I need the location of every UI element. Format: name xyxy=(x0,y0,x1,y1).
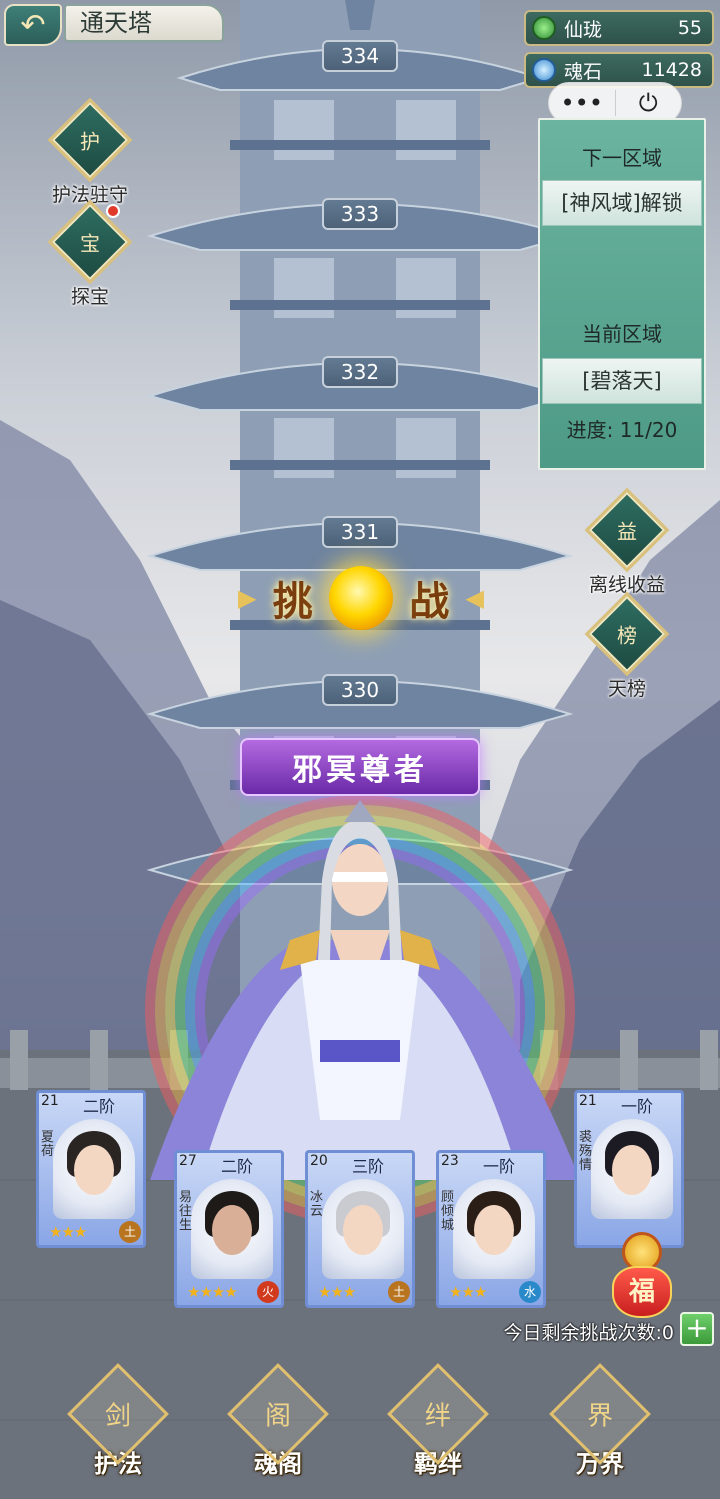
hero-name: 顾倾城 xyxy=(441,1190,455,1233)
star-rating: ★★★★ xyxy=(187,1283,238,1301)
progress-label: 进度: xyxy=(566,418,614,442)
back-arrow-icon: ↶ xyxy=(20,7,46,43)
challenge-left-char: 挑 xyxy=(272,578,313,625)
resource-value: 11428 xyxy=(641,59,702,81)
region-panel: 下一区域 [神风域]解锁 当前区域 [碧落天] 进度: 11/20 xyxy=(538,118,706,470)
more-options-button[interactable]: ••• xyxy=(549,89,615,117)
hero-rank: 二阶 xyxy=(82,1097,115,1116)
hero-rank: 一阶 xyxy=(482,1157,515,1176)
floor-number: 334 xyxy=(322,40,398,72)
region-progress: 进度: 11/20 xyxy=(540,414,704,443)
current-region-title: 当前区域 xyxy=(582,322,662,346)
nav-guardian[interactable]: 剑 护法 xyxy=(58,1363,178,1479)
remaining-challenges: 今日剩余挑战次数:0 xyxy=(503,1322,675,1344)
star-rating: ★★★ xyxy=(49,1223,87,1241)
challenge-button[interactable]: ▶ 挑 战 ◀ xyxy=(238,565,484,631)
next-region-title: 下一区域 xyxy=(582,146,662,170)
next-region-unlock[interactable]: [神风域]解锁 xyxy=(542,180,702,226)
notification-dot xyxy=(106,204,120,218)
soulstone-icon xyxy=(532,58,556,82)
hero-portrait xyxy=(591,1119,673,1219)
floor-number: 333 xyxy=(322,198,398,230)
star-rating: ★★★ xyxy=(449,1283,487,1301)
guardian-icon: 护 xyxy=(47,97,133,183)
hero-level: 23 xyxy=(441,1153,459,1169)
ranking-button[interactable]: 榜 天榜 xyxy=(572,591,682,701)
hero-portrait xyxy=(322,1179,404,1279)
resource-label: 仙珑 xyxy=(564,18,603,41)
element-badge: 水 xyxy=(519,1281,541,1303)
hero-rank: 二阶 xyxy=(220,1157,253,1176)
hero-portrait xyxy=(53,1119,135,1219)
offline-reward-icon: 益 xyxy=(584,487,670,573)
resource-label: 魂石 xyxy=(564,60,603,83)
yin-yang-orb-icon xyxy=(329,566,393,630)
floor-number: 331 xyxy=(322,516,398,548)
fortune-bag-button[interactable]: 福 xyxy=(606,1232,678,1320)
hero-card[interactable]: 21 二阶 夏荷 ★★★ 土 xyxy=(36,1090,146,1248)
nav-bond[interactable]: 绊 羁绊 xyxy=(378,1363,498,1479)
offline-reward-button[interactable]: 益 离线收益 xyxy=(572,487,682,597)
floor-number: 332 xyxy=(322,356,398,388)
ranking-label: 天榜 xyxy=(607,678,646,700)
hero-card[interactable]: 27 二阶 易往生 ★★★★ 火 xyxy=(174,1150,284,1308)
arrow-left-icon: ◀ xyxy=(465,584,484,612)
progress-value: 11/20 xyxy=(619,418,678,442)
arrow-right-icon: ▶ xyxy=(238,584,257,612)
hero-portrait xyxy=(453,1179,535,1279)
hero-level: 27 xyxy=(179,1153,197,1169)
nav-realms[interactable]: 界 万界 xyxy=(540,1363,660,1479)
ranking-icon: 榜 xyxy=(584,591,670,677)
hero-rank: 三阶 xyxy=(351,1157,384,1176)
hero-level: 21 xyxy=(41,1093,59,1109)
hero-card[interactable]: 21 一阶 裘殇情 xyxy=(574,1090,684,1248)
hero-card[interactable]: 23 一阶 顾倾城 ★★★ 水 xyxy=(436,1150,546,1308)
hero-card[interactable]: 20 三阶 冰云 ★★★ 土 xyxy=(305,1150,415,1308)
close-power-icon[interactable]: ⏻ xyxy=(616,89,682,117)
jade-icon xyxy=(532,16,556,40)
star-rating: ★★★ xyxy=(318,1283,356,1301)
boss-name-banner: 邪冥尊者 xyxy=(240,738,480,796)
treasure-label: 探宝 xyxy=(70,286,109,308)
page-title: 通天塔 xyxy=(64,4,224,42)
hero-name: 冰云 xyxy=(310,1190,324,1219)
hero-name: 裘殇情 xyxy=(579,1130,593,1173)
back-button[interactable]: ↶ xyxy=(4,4,62,46)
hero-rank: 一阶 xyxy=(620,1097,653,1116)
guardian-button[interactable]: 护 护法驻守 xyxy=(40,97,140,207)
treasure-button[interactable]: 宝 探宝 xyxy=(40,199,140,309)
fortune-bag-icon: 福 xyxy=(612,1266,672,1318)
hero-portrait xyxy=(191,1179,273,1279)
element-badge: 土 xyxy=(119,1221,141,1243)
hero-name: 夏荷 xyxy=(41,1130,55,1159)
challenge-right-char: 战 xyxy=(409,578,450,625)
element-badge: 火 xyxy=(257,1281,279,1303)
current-region-name: [碧落天] xyxy=(542,358,702,404)
hero-name: 易往生 xyxy=(179,1190,193,1233)
hero-level: 20 xyxy=(310,1153,328,1169)
nav-soul-pavilion[interactable]: 阁 魂阁 xyxy=(218,1363,338,1479)
element-badge: 土 xyxy=(388,1281,410,1303)
hero-level: 21 xyxy=(579,1093,597,1109)
resource-value: 55 xyxy=(677,17,702,39)
floor-number: 330 xyxy=(322,674,398,706)
add-challenges-button[interactable]: + xyxy=(680,1312,714,1346)
resource-xianlong[interactable]: 仙珑 55 xyxy=(524,10,714,46)
